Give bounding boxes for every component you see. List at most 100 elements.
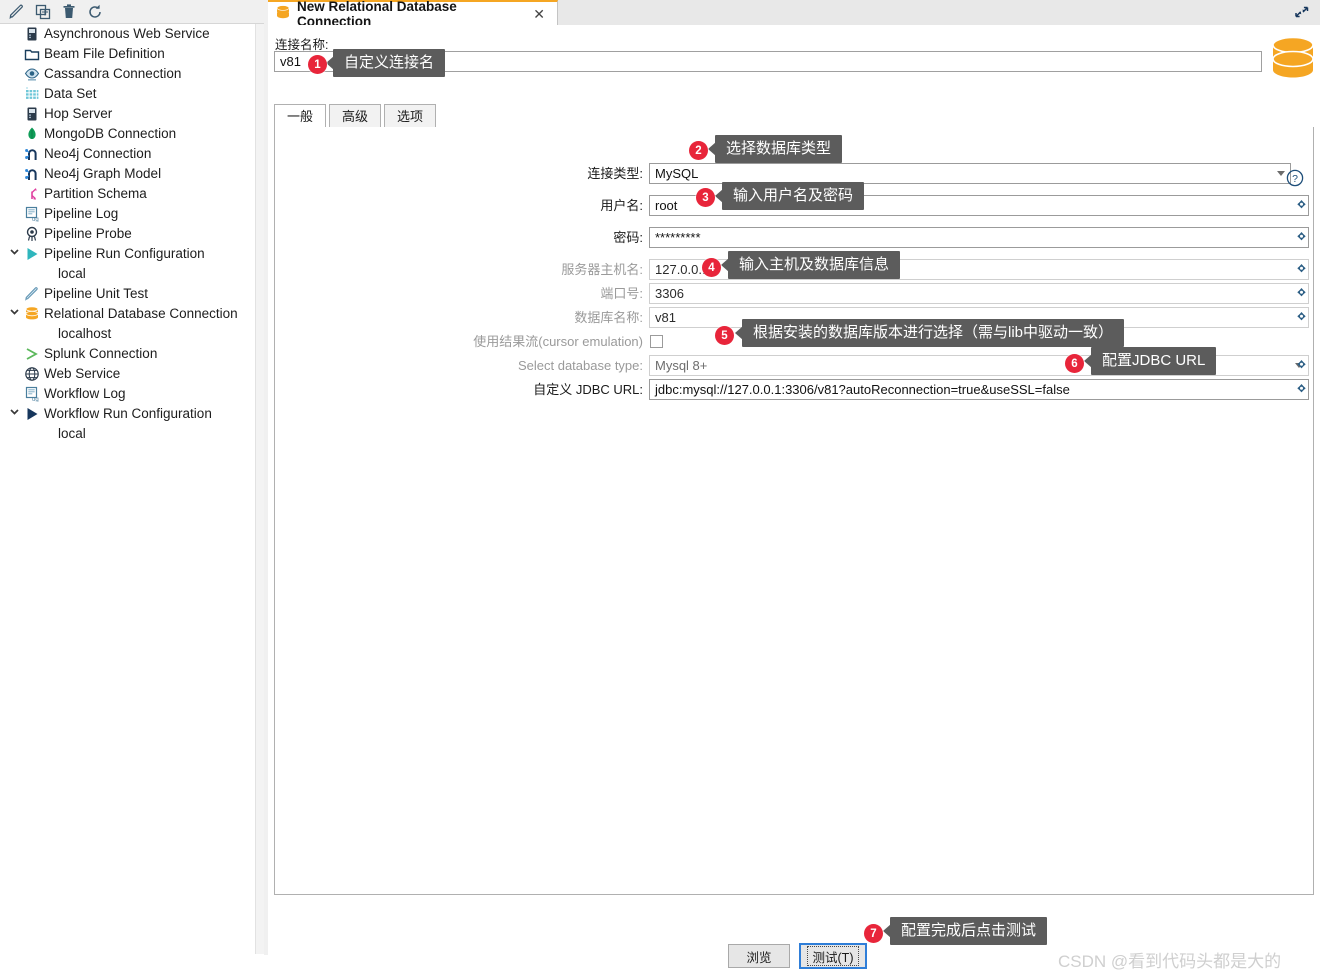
database-type-value: Mysql 8+	[655, 358, 708, 373]
tree-item-local[interactable]: local	[0, 424, 255, 444]
variable-icon[interactable]	[1295, 359, 1308, 372]
partition-icon	[24, 186, 40, 202]
tree-item-label: Workflow Log	[44, 386, 126, 401]
form-tabpanel: 连接类型: MySQL ? 用户名: root 密码: ********* 服务…	[274, 127, 1314, 895]
tree-item-mongodb-connection[interactable]: MongoDB Connection	[0, 124, 255, 144]
tooltip-arrow-icon	[708, 142, 716, 156]
password-label: 密码:	[613, 230, 643, 245]
tree-item-label: Workflow Run Configuration	[44, 406, 212, 421]
callout-tooltip-6: 配置JDBC URL	[1084, 347, 1217, 375]
dialog-body: 连接名称: 一般高级选项 连接类型: MySQL ? 用户名: root	[268, 25, 1320, 971]
username-label: 用户名:	[600, 198, 643, 213]
tree-item-label: Hop Server	[44, 106, 113, 121]
jdbc-url-label: 自定义 JDBC URL:	[533, 382, 643, 397]
tree-item-beam-file-definition[interactable]: Beam File Definition	[0, 44, 255, 64]
connection-type-label: 连接类型:	[587, 166, 643, 181]
chevron-down-icon[interactable]	[8, 244, 21, 264]
tree-item-label: MongoDB Connection	[44, 126, 177, 141]
resource-tree[interactable]: Asynchronous Web Service Beam File Defini…	[0, 24, 255, 954]
restore-icon[interactable]	[1292, 4, 1312, 20]
callout-tooltip-5: 根据安装的数据库版本进行选择（需与lib中驱动一致）	[735, 319, 1125, 347]
tree-item-local[interactable]: local	[0, 264, 255, 284]
tree-item-partition-schema[interactable]: Partition Schema	[0, 184, 255, 204]
log-icon: og	[24, 206, 40, 223]
callout-badge-number: 2	[695, 144, 702, 157]
delete-icon[interactable]	[60, 3, 78, 21]
tree-item-asynchronous-web-service[interactable]: Asynchronous Web Service	[0, 24, 255, 44]
variable-icon[interactable]	[1295, 383, 1308, 396]
tree-item-pipeline-unit-test[interactable]: Pipeline Unit Test	[0, 284, 255, 304]
callout-badge-7: 7	[864, 924, 883, 943]
database-type-label: Select database type:	[517, 358, 643, 373]
dbname-label: 数据库名称:	[574, 310, 643, 325]
splunk-icon	[24, 346, 40, 362]
database-icon	[24, 306, 40, 322]
tree-item-localhost[interactable]: localhost	[0, 324, 255, 344]
tree-item-label: Neo4j Graph Model	[44, 166, 162, 181]
server-icon	[24, 106, 40, 122]
callout-badge-5: 5	[715, 326, 734, 345]
tree-item-pipeline-log[interactable]: og Pipeline Log	[0, 204, 255, 224]
tree-item-label: local	[58, 426, 86, 441]
callout-badge-6: 6	[1065, 354, 1084, 373]
variable-icon[interactable]	[1295, 263, 1308, 276]
tree-item-web-service[interactable]: Web Service	[0, 364, 255, 384]
form-tabstrip[interactable]: 一般 高级 选项	[274, 104, 1314, 129]
tree-item-label: localhost	[58, 326, 112, 341]
tree-item-pipeline-run-configuration[interactable]: Pipeline Run Configuration	[0, 244, 255, 264]
tree-item-hop-server[interactable]: Hop Server	[0, 104, 255, 124]
variable-icon[interactable]	[1295, 199, 1308, 212]
tree-item-splunk-connection[interactable]: Splunk Connection	[0, 344, 255, 364]
tree-item-pipeline-probe[interactable]: Pipeline Probe	[0, 224, 255, 244]
variable-icon[interactable]	[1295, 287, 1308, 300]
folder-icon	[24, 46, 40, 62]
duplicate-icon[interactable]	[34, 3, 52, 21]
tooltip-arrow-icon	[735, 326, 743, 340]
neo4j-icon	[24, 146, 40, 162]
cursor-emulation-checkbox[interactable]	[650, 335, 663, 348]
tree-item-label: Pipeline Log	[44, 206, 119, 221]
left-panel: Asynchronous Web Service Beam File Defini…	[0, 0, 265, 955]
tree-item-label: Web Service	[44, 366, 121, 381]
test-button[interactable]: 测试(T)	[799, 943, 867, 969]
callout-tooltip-1: 自定义连接名	[326, 49, 446, 77]
dialog-titlebar: New Relational Database Connection ✕	[268, 0, 1320, 29]
variable-icon[interactable]	[1295, 311, 1308, 324]
cursor-emulation-label: 使用结果流(cursor emulation)	[473, 334, 643, 349]
tree-item-cassandra-connection[interactable]: Cassandra Connection	[0, 64, 255, 84]
callout-tooltip-7: 配置完成后点击测试	[883, 917, 1048, 945]
jdbc-url-input[interactable]: jdbc:mysql://127.0.0.1:3306/v81?autoReco…	[649, 379, 1309, 400]
tree-item-data-set[interactable]: Data Set	[0, 84, 255, 104]
tooltip-arrow-icon	[1084, 354, 1092, 368]
dialog-tab[interactable]: New Relational Database Connection ✕	[268, 0, 558, 29]
variable-icon[interactable]	[1295, 231, 1308, 244]
chevron-down-icon[interactable]	[8, 304, 21, 324]
form-tab-0[interactable]: 一般	[274, 104, 326, 128]
password-input[interactable]: *********	[649, 227, 1309, 248]
callout-badge-1: 1	[308, 55, 327, 74]
edit-icon[interactable]	[8, 3, 26, 21]
neo4j-icon	[24, 166, 40, 182]
tree-item-neo4j-connection[interactable]: Neo4j Connection	[0, 144, 255, 164]
tree-item-workflow-log[interactable]: og Workflow Log	[0, 384, 255, 404]
callout-tooltip-text: 输入主机及数据库信息	[739, 256, 890, 273]
close-icon[interactable]: ✕	[533, 7, 545, 21]
svg-text:og: og	[32, 217, 39, 222]
tree-item-relational-database-connection[interactable]: Relational Database Connection	[0, 304, 255, 324]
form-tab-label: 选项	[396, 109, 423, 124]
field-row-jdbc-url: 自定义 JDBC URL: jdbc:mysql://127.0.0.1:330…	[275, 379, 1315, 401]
chevron-down-icon[interactable]	[8, 404, 21, 424]
callout-badge-2: 2	[689, 141, 708, 160]
form-tab-1[interactable]: 高级	[329, 104, 381, 128]
form-tab-2[interactable]: 选项	[384, 104, 436, 128]
refresh-icon[interactable]	[86, 3, 104, 21]
tree-item-workflow-run-configuration[interactable]: Workflow Run Configuration	[0, 404, 255, 424]
connection-type-select[interactable]: MySQL	[649, 163, 1291, 184]
tree-item-label: local	[58, 266, 86, 281]
callout-tooltip-4: 输入主机及数据库信息	[721, 251, 901, 279]
form-tab-label: 高级	[341, 109, 368, 124]
port-input[interactable]: 3306	[649, 283, 1309, 304]
help-icon[interactable]: ?	[1286, 169, 1304, 187]
browse-button[interactable]: 浏览	[728, 944, 790, 968]
tree-item-neo4j-graph-model[interactable]: Neo4j Graph Model	[0, 164, 255, 184]
